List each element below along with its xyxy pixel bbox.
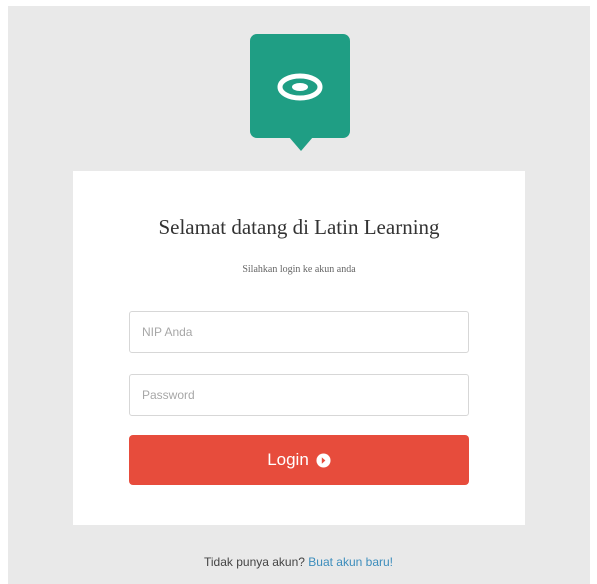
- signup-line: Tidak punya akun? Buat akun baru!: [0, 555, 597, 569]
- app-logo: [250, 34, 350, 138]
- logo-pointer: [289, 137, 313, 151]
- eye-ring-logo-icon: [277, 73, 323, 101]
- welcome-subtitle: Silahkan login ke akun anda: [242, 264, 356, 275]
- welcome-title: Selamat datang di Latin Learning: [158, 215, 440, 239]
- password-input[interactable]: [129, 374, 469, 416]
- nip-input[interactable]: [129, 311, 469, 353]
- arrow-circle-right-icon: [316, 452, 331, 468]
- login-card: Selamat datang di Latin Learning Silahka…: [73, 171, 525, 525]
- login-button-label: Login: [267, 450, 309, 469]
- signup-link[interactable]: Buat akun baru!: [308, 555, 393, 569]
- signup-prompt: Tidak punya akun?: [203, 555, 309, 569]
- login-button[interactable]: Login: [129, 435, 469, 485]
